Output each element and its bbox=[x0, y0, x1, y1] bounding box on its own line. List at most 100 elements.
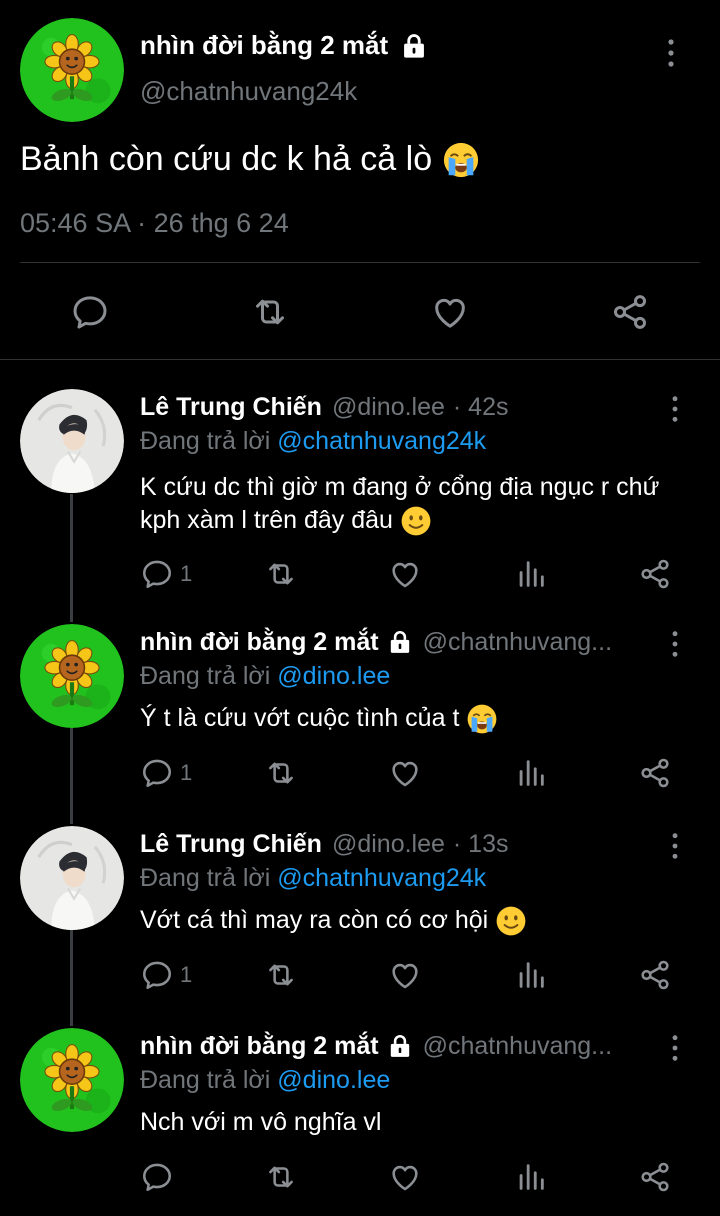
share-button[interactable] bbox=[638, 1160, 672, 1194]
replying-to-handle[interactable]: @dino.lee bbox=[277, 1066, 390, 1094]
like-icon[interactable] bbox=[430, 292, 470, 332]
reply-tweet[interactable]: Lê Trung Chiến @dino.lee · 42s Đang trả … bbox=[0, 389, 720, 619]
author-name[interactable]: nhìn đời bằng 2 mắt bbox=[140, 1032, 379, 1061]
loudly-crying-emoji-icon bbox=[466, 703, 498, 735]
replying-to: Đang trả lời @chatnhuvang24k bbox=[140, 864, 486, 893]
divider bbox=[20, 262, 700, 263]
retweet-button[interactable] bbox=[264, 557, 298, 591]
author-name[interactable]: Lê Trung Chiến bbox=[140, 830, 322, 859]
reply-button[interactable]: 1 bbox=[140, 958, 192, 992]
lock-icon bbox=[387, 629, 413, 655]
author-handle[interactable]: @chatnhuvang24k bbox=[140, 76, 357, 107]
tweet-text: Bảnh còn cứu dc k hả cả lò bbox=[20, 140, 433, 178]
retweet-icon bbox=[264, 756, 298, 790]
share-button[interactable] bbox=[638, 557, 672, 591]
reply-header: Lê Trung Chiến @dino.lee · 42s bbox=[140, 389, 650, 425]
like-icon bbox=[388, 756, 422, 790]
reply-header: Lê Trung Chiến @dino.lee · 13s bbox=[140, 826, 650, 862]
author-handle[interactable]: @chatnhuvang... bbox=[423, 1032, 612, 1061]
reply-icon bbox=[140, 958, 174, 992]
author-avatar[interactable] bbox=[20, 1028, 124, 1132]
tweet-timestamp[interactable]: 05:46 SA · 26 thg 6 24 bbox=[20, 208, 289, 239]
replying-to-handle[interactable]: @chatnhuvang24k bbox=[277, 427, 486, 455]
reply-count: 1 bbox=[180, 962, 193, 987]
replying-prefix: Đang trả lời bbox=[140, 427, 271, 455]
author-name[interactable]: Lê Trung Chiến bbox=[140, 393, 322, 422]
more-options-button[interactable] bbox=[670, 1034, 680, 1062]
reply-tweet[interactable]: Lê Trung Chiến @dino.lee · 13s Đang trả … bbox=[0, 826, 720, 1026]
reply-actions: 1 bbox=[0, 557, 720, 593]
like-button[interactable] bbox=[388, 958, 422, 992]
views-button[interactable] bbox=[514, 557, 548, 591]
author-handle[interactable]: @dino.lee bbox=[332, 830, 445, 859]
loudly-crying-emoji-icon bbox=[442, 141, 480, 179]
author-name[interactable]: nhìn đời bằng 2 mắt bbox=[140, 628, 379, 657]
retweet-icon bbox=[264, 1160, 298, 1194]
author-avatar[interactable] bbox=[20, 18, 124, 122]
views-button[interactable] bbox=[514, 1160, 548, 1194]
like-button[interactable] bbox=[388, 1160, 422, 1194]
views-icon bbox=[514, 756, 548, 790]
reply-icon[interactable] bbox=[70, 292, 110, 332]
reply-actions: 1 bbox=[0, 756, 720, 792]
replying-to: Đang trả lời @chatnhuvang24k bbox=[140, 427, 486, 456]
reply-header: nhìn đời bằng 2 mắt @chatnhuvang... bbox=[140, 1028, 650, 1064]
share-button[interactable] bbox=[638, 958, 672, 992]
like-icon bbox=[388, 557, 422, 591]
retweet-icon bbox=[264, 557, 298, 591]
replying-prefix: Đang trả lời bbox=[140, 864, 271, 892]
share-icon bbox=[638, 557, 672, 591]
reply-tweet[interactable]: nhìn đời bằng 2 mắt @chatnhuvang... Đang… bbox=[0, 1028, 720, 1216]
reply-text-block: Nch với m vô nghĩa vl bbox=[140, 1106, 680, 1139]
more-icon bbox=[670, 832, 680, 860]
reply-text-block: Ý t là cứu vớt cuộc tình của t bbox=[140, 702, 680, 735]
share-icon[interactable] bbox=[610, 292, 650, 332]
retweet-button[interactable] bbox=[264, 1160, 298, 1194]
main-tweet-actions bbox=[0, 292, 720, 336]
author-handle[interactable]: @dino.lee bbox=[332, 393, 445, 422]
retweet-icon bbox=[264, 958, 298, 992]
retweet-button[interactable] bbox=[264, 756, 298, 790]
more-options-button[interactable] bbox=[670, 630, 680, 658]
views-icon bbox=[514, 557, 548, 591]
reply-icon bbox=[140, 756, 174, 790]
reply-tweet[interactable]: nhìn đời bằng 2 mắt @chatnhuvang... Đang… bbox=[0, 624, 720, 824]
reply-text-block: Vớt cá thì may ra còn có cơ hội bbox=[140, 904, 680, 937]
reply-button[interactable]: 1 bbox=[140, 756, 192, 790]
reply-time: · 42s bbox=[452, 392, 509, 421]
share-icon bbox=[638, 958, 672, 992]
author-avatar[interactable] bbox=[20, 826, 124, 930]
views-icon bbox=[514, 958, 548, 992]
reply-count: 1 bbox=[180, 760, 193, 785]
like-button[interactable] bbox=[388, 557, 422, 591]
views-button[interactable] bbox=[514, 958, 548, 992]
views-button[interactable] bbox=[514, 756, 548, 790]
more-options-button[interactable] bbox=[666, 38, 676, 68]
reply-button[interactable] bbox=[140, 1160, 180, 1194]
share-button[interactable] bbox=[638, 756, 672, 790]
reply-text-block: K cứu dc thì giờ m đang ở cổng địa ngục … bbox=[140, 471, 680, 537]
author-name-row: nhìn đời bằng 2 mắt bbox=[140, 30, 428, 61]
author-handle[interactable]: @chatnhuvang... bbox=[423, 628, 612, 657]
retweet-button[interactable] bbox=[264, 958, 298, 992]
reply-time: · 13s bbox=[452, 829, 509, 858]
replying-to-handle[interactable]: @chatnhuvang24k bbox=[277, 864, 486, 892]
reply-actions: 1 bbox=[0, 958, 720, 994]
replying-to: Đang trả lời @dino.lee bbox=[140, 662, 390, 691]
reply-button[interactable]: 1 bbox=[140, 557, 192, 591]
like-button[interactable] bbox=[388, 756, 422, 790]
more-options-button[interactable] bbox=[670, 832, 680, 860]
main-tweet: nhìn đời bằng 2 mắt @chatnhuvang24k Bảnh… bbox=[0, 0, 720, 360]
lock-icon bbox=[387, 1033, 413, 1059]
smile-emoji-icon bbox=[495, 905, 527, 937]
author-avatar[interactable] bbox=[20, 389, 124, 493]
retweet-icon[interactable] bbox=[250, 292, 290, 332]
author-name[interactable]: nhìn đời bằng 2 mắt bbox=[140, 30, 388, 61]
reply-icon bbox=[140, 1160, 174, 1194]
more-options-button[interactable] bbox=[670, 395, 680, 423]
more-icon bbox=[670, 1034, 680, 1062]
share-icon bbox=[638, 1160, 672, 1194]
replying-to-handle[interactable]: @dino.lee bbox=[277, 662, 390, 690]
reply-text: Ý t là cứu vớt cuộc tình của t bbox=[140, 704, 460, 732]
author-avatar[interactable] bbox=[20, 624, 124, 728]
